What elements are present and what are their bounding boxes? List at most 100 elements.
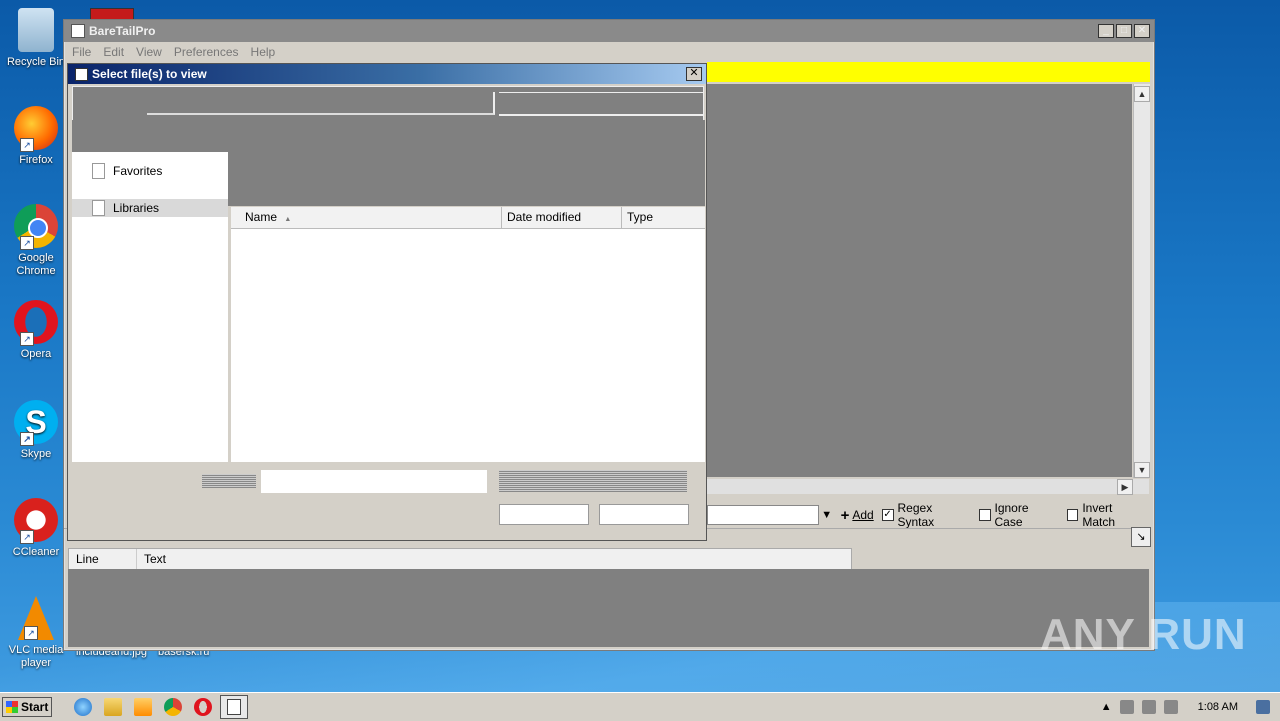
desktop-icon-chrome[interactable]: ↗ Google Chrome <box>4 204 68 278</box>
scroll-down-icon[interactable]: ▼ <box>1134 462 1150 478</box>
system-tray: ▲ 1:08 AM <box>1101 693 1280 721</box>
maximize-button[interactable]: □ <box>1116 24 1132 38</box>
skype-icon: S ↗ <box>14 400 58 446</box>
address-bar <box>72 86 704 121</box>
navigation-pane: Favorites Libraries <box>72 152 228 462</box>
volume-icon[interactable] <box>1141 700 1156 714</box>
open-button[interactable] <box>499 504 589 525</box>
cancel-button[interactable] <box>599 504 689 525</box>
checkbox-checked-icon: ✓ <box>881 509 894 521</box>
filter-input[interactable] <box>707 505 819 525</box>
desktop-icon-firefox[interactable]: ↗ Firefox <box>4 106 68 167</box>
opera-icon: ↗ <box>14 300 58 346</box>
desktop-icon-skype[interactable]: S ↗ Skype <box>4 400 68 461</box>
menu-preferences[interactable]: Preferences <box>174 45 239 59</box>
action-center-flag-icon[interactable] <box>1163 700 1178 714</box>
clock[interactable]: 1:08 AM <box>1198 701 1238 713</box>
desktop-icon-label: Opera <box>20 348 52 360</box>
window-titlebar[interactable]: BareTailPro _ □ ✕ <box>64 20 1154 42</box>
shortcut-arrow-icon: ↗ <box>24 626 38 640</box>
windows-logo-icon <box>6 701 18 713</box>
dialog-title: Select file(s) to view <box>92 67 207 81</box>
horizontal-scrollbar[interactable]: ▶ <box>707 479 1149 495</box>
favorites-icon <box>92 163 105 179</box>
window-title: BareTailPro <box>89 24 156 38</box>
regex-syntax-checkbox[interactable]: ✓ Regex Syntax <box>881 501 971 529</box>
chevron-down-icon[interactable]: ▼ <box>819 506 835 524</box>
desktop-icon-opera[interactable]: ↗ Opera <box>4 300 68 361</box>
shortcut-arrow-icon: ↗ <box>20 332 34 346</box>
resize-grip-icon[interactable]: ↘ <box>1131 527 1151 547</box>
log-view[interactable] <box>707 84 1132 477</box>
file-list[interactable] <box>231 229 705 462</box>
menu-edit[interactable]: Edit <box>103 45 124 59</box>
file-name-input[interactable] <box>261 470 487 493</box>
scroll-up-icon[interactable]: ▲ <box>1134 86 1150 102</box>
column-name[interactable]: Name ▲ <box>231 207 502 228</box>
firefox-icon: ↗ <box>14 106 58 152</box>
desktop-icon-label: Firefox <box>19 154 53 166</box>
opera-icon[interactable] <box>194 698 212 716</box>
shortcut-arrow-icon: ↗ <box>20 530 34 544</box>
add-label: Add <box>852 508 874 522</box>
network-icon[interactable] <box>1119 700 1134 714</box>
taskbar-baretailpro[interactable] <box>220 695 248 719</box>
baretailpro-icon <box>75 67 88 81</box>
invert-match-checkbox[interactable]: Invert Match <box>1066 501 1147 529</box>
nav-item-libraries[interactable]: Libraries <box>72 199 228 217</box>
nav-item-label: Favorites <box>113 164 163 178</box>
start-button[interactable]: Start <box>2 697 52 717</box>
column-line[interactable]: Line <box>69 549 137 569</box>
desktop-icon-recycle-bin[interactable]: Recycle Bin <box>4 8 68 69</box>
close-icon[interactable]: ✕ <box>686 67 702 81</box>
sort-ascending-icon: ▲ <box>284 216 292 223</box>
column-text[interactable]: Text <box>137 549 851 569</box>
start-label: Start <box>21 700 49 714</box>
regex-label: Regex Syntax <box>897 501 935 529</box>
baretailpro-icon <box>227 699 241 715</box>
chrome-icon[interactable] <box>164 698 182 716</box>
file-type-select[interactable] <box>499 470 687 492</box>
shortcut-arrow-icon: ↗ <box>20 138 34 152</box>
invert-match-label: Invert Match <box>1082 501 1116 529</box>
ie-icon[interactable] <box>74 698 92 716</box>
file-name-label <box>202 474 256 488</box>
column-date-modified[interactable]: Date modified <box>502 207 622 228</box>
vertical-scrollbar[interactable]: ▲ ▼ <box>1133 84 1150 478</box>
dialog-footer <box>68 462 706 540</box>
results-list[interactable] <box>68 569 1149 647</box>
dialog-titlebar[interactable]: Select file(s) to view <box>68 64 706 84</box>
shortcut-arrow-icon: ↗ <box>20 236 34 250</box>
search-input[interactable] <box>499 92 703 116</box>
menu-file[interactable]: File <box>72 45 91 59</box>
menu-help[interactable]: Help <box>251 45 276 59</box>
desktop-icon-label: VLC media player <box>8 644 64 669</box>
column-name-label: Name <box>245 210 278 224</box>
dialog-gray-area <box>228 152 705 206</box>
results-header: Line Text <box>68 548 852 570</box>
show-desktop-icon[interactable] <box>1256 700 1270 714</box>
menu-view[interactable]: View <box>136 45 162 59</box>
close-button[interactable]: ✕ <box>1134 24 1150 38</box>
column-type[interactable]: Type <box>622 207 705 228</box>
tray-expand-icon[interactable]: ▲ <box>1101 701 1112 713</box>
ignore-case-label: Ignore Case <box>994 501 1029 529</box>
vlc-icon: ↗ <box>18 596 54 640</box>
desktop-icon-vlc[interactable]: ↗ VLC media player <box>4 596 68 670</box>
media-player-icon[interactable] <box>134 698 152 716</box>
shortcut-arrow-icon: ↗ <box>20 432 34 446</box>
filter-row: ▼ + Add ✓ Regex Syntax Ignore Case Inver… <box>707 501 1147 529</box>
select-files-dialog: Select file(s) to view ✕ Favorites Libra… <box>67 63 707 541</box>
add-filter-button[interactable]: + Add <box>841 507 874 524</box>
libraries-icon <box>92 200 105 216</box>
explorer-icon[interactable] <box>104 698 122 716</box>
nav-item-favorites[interactable]: Favorites <box>72 162 228 180</box>
recycle-bin-icon <box>18 8 54 52</box>
checkbox-icon <box>1066 509 1079 521</box>
address-input[interactable] <box>147 92 495 115</box>
scroll-right-icon[interactable]: ▶ <box>1117 479 1133 495</box>
minimize-button[interactable]: _ <box>1098 24 1114 38</box>
desktop-icon-label: Skype <box>20 448 52 460</box>
ignore-case-checkbox[interactable]: Ignore Case <box>978 501 1059 529</box>
desktop-icon-ccleaner[interactable]: ↗ CCleaner <box>4 498 68 559</box>
